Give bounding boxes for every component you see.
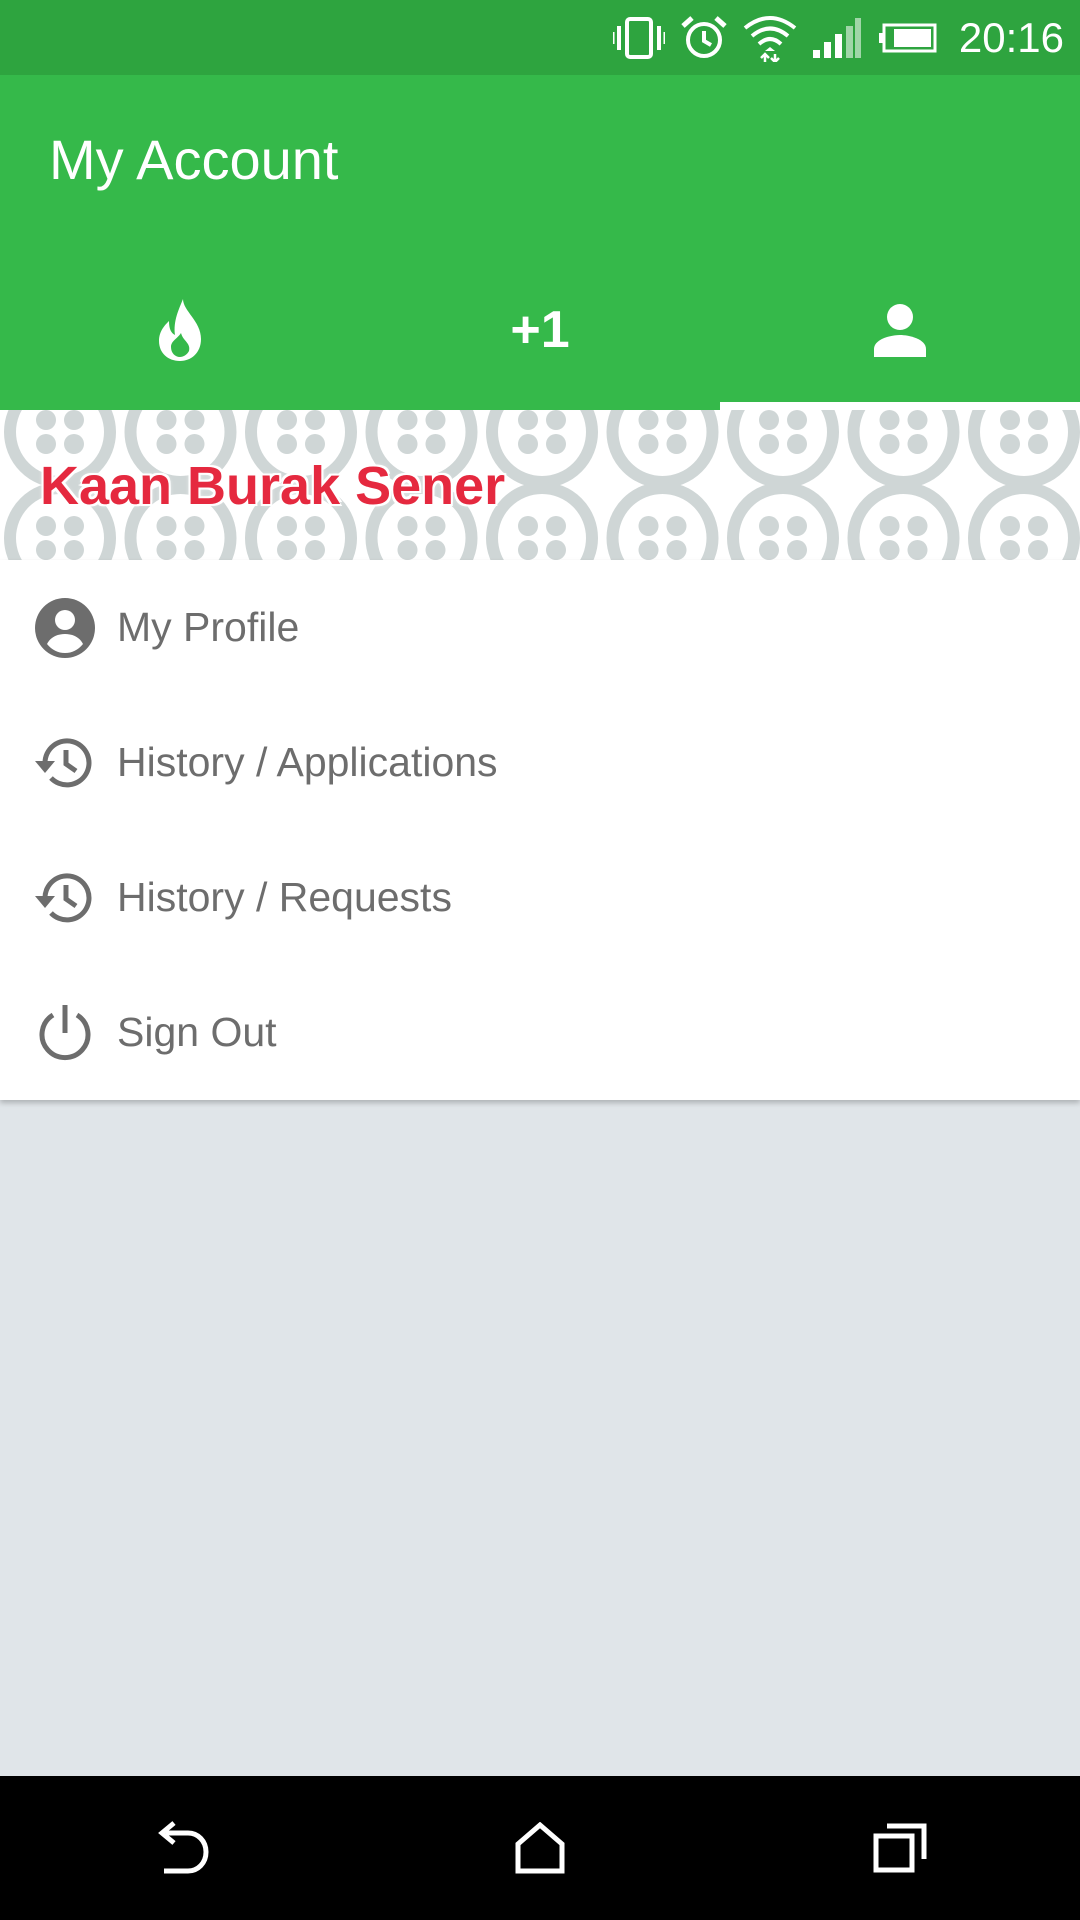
home-icon bbox=[515, 1822, 565, 1874]
flame-icon bbox=[159, 299, 201, 361]
history-icon bbox=[35, 737, 92, 787]
profile-banner: Kaan Burak Sener bbox=[0, 410, 1080, 560]
recents-button[interactable] bbox=[720, 1776, 1080, 1920]
tab-plus-one[interactable]: +1 bbox=[360, 250, 720, 410]
status-bar: 20:16 bbox=[0, 0, 1080, 75]
account-menu: My Profile History / Applications Histor… bbox=[0, 560, 1080, 1100]
menu-item-label: My Profile bbox=[117, 604, 300, 650]
navigation-bar bbox=[0, 1776, 1080, 1920]
page-title: My Account bbox=[49, 128, 339, 191]
menu-item-my-profile[interactable]: My Profile bbox=[0, 560, 1080, 695]
home-button[interactable] bbox=[360, 1776, 720, 1920]
person-icon bbox=[874, 304, 926, 357]
battery-icon bbox=[878, 23, 937, 52]
menu-item-history-applications[interactable]: History / Applications bbox=[0, 695, 1080, 830]
tab-selected-indicator bbox=[720, 402, 1080, 410]
tab-row: +1 bbox=[0, 250, 1080, 410]
tab-plus-one-label: +1 bbox=[510, 301, 570, 359]
menu-item-label: History / Requests bbox=[117, 874, 452, 920]
menu-item-history-requests[interactable]: History / Requests bbox=[0, 830, 1080, 965]
power-icon bbox=[39, 1004, 91, 1060]
signal-icon bbox=[812, 17, 861, 58]
history-icon bbox=[35, 872, 92, 922]
app-bar: My Account +1 bbox=[0, 75, 1080, 410]
vibrate-icon bbox=[612, 16, 665, 59]
wifi-icon bbox=[743, 15, 797, 62]
menu-item-sign-out[interactable]: Sign Out bbox=[0, 965, 1080, 1100]
account-circle-icon bbox=[35, 597, 95, 658]
menu-item-label: History / Applications bbox=[117, 739, 498, 785]
alarm-icon bbox=[681, 15, 727, 58]
back-icon bbox=[158, 1821, 209, 1874]
menu-item-label: Sign Out bbox=[117, 1009, 277, 1055]
user-name: Kaan Burak Sener bbox=[40, 456, 506, 516]
tab-account[interactable] bbox=[720, 250, 1080, 410]
tab-hot[interactable] bbox=[0, 250, 360, 410]
status-time: 20:16 bbox=[958, 13, 1064, 61]
back-button[interactable] bbox=[0, 1776, 360, 1920]
recents-icon bbox=[873, 1823, 927, 1873]
